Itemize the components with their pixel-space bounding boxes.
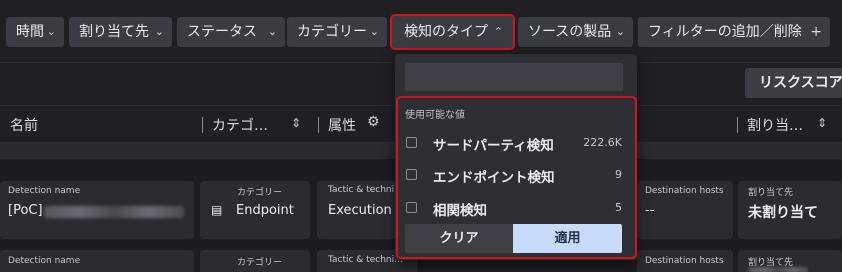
risk-score-button[interactable]: リスクスコア <box>745 68 842 98</box>
destination-hosts-value: -- <box>645 203 655 218</box>
chevron-down-icon: ⌄ <box>267 25 277 38</box>
option-label: エンドポイント検知 <box>433 170 555 186</box>
clear-button[interactable]: クリア <box>405 224 513 253</box>
detection-name-label: Detection name <box>8 256 81 266</box>
category-label: カテゴリー <box>237 258 283 268</box>
tactic-label: Tactic & techni… <box>328 185 404 195</box>
option-count: 9 <box>615 168 622 181</box>
detection-name-value[interactable]: [PoC] <box>8 203 43 218</box>
option-correlation-detection[interactable]: 相関検知 5 <box>404 197 624 219</box>
filter-assignee-label: 割り当て先 <box>79 24 149 40</box>
option-label: 相関検知 <box>433 203 487 219</box>
filter-status-label: ステータス <box>187 24 257 40</box>
option-label: サードパーティ検知 <box>433 138 554 154</box>
filter-time[interactable]: 時間 ⌄ <box>6 17 64 47</box>
chevron-down-icon: ⌄ <box>46 25 56 38</box>
checkbox[interactable] <box>406 202 417 213</box>
gear-icon[interactable]: ⚙ <box>367 114 380 130</box>
column-divider <box>202 117 203 133</box>
option-endpoint-detection[interactable]: エンドポイント検知 9 <box>404 164 624 186</box>
redacted-text <box>748 267 808 272</box>
filter-assignee[interactable]: 割り当て先 ⌄ <box>69 17 172 47</box>
filter-detection-type[interactable]: 検知のタイプ ⌃ <box>390 14 515 50</box>
option-count: 222.6K <box>583 136 622 149</box>
column-header-assignee[interactable]: 割り当… <box>747 115 803 135</box>
add-remove-filter-label: フィルターの追加／削除 <box>648 24 802 40</box>
detection-name-label: Detection name <box>8 186 81 196</box>
destination-hosts-label: Destination hosts <box>645 186 724 196</box>
category-label: カテゴリー <box>237 188 283 198</box>
filter-status[interactable]: ステータス ⌄ <box>177 17 285 47</box>
filter-category[interactable]: カテゴリー ⌄ <box>287 17 387 47</box>
destination-hosts-label: Destination hosts <box>645 256 724 266</box>
filter-source-product-label: ソースの製品 <box>528 24 612 40</box>
sort-icon[interactable]: ⇕ <box>291 116 301 130</box>
checkbox[interactable] <box>406 137 417 148</box>
assignee-label: 割り当て先 <box>748 188 794 198</box>
assignee-value[interactable]: 未割り当て <box>748 202 818 222</box>
column-divider <box>737 117 738 133</box>
category-value: Endpoint <box>236 203 294 218</box>
chevron-down-icon: ⌄ <box>369 25 379 38</box>
chevron-down-icon: ⌄ <box>615 25 625 38</box>
chevron-down-icon: ⌄ <box>154 25 164 38</box>
apply-button[interactable]: 適用 <box>513 224 622 253</box>
option-count: 5 <box>615 201 622 214</box>
column-header-name[interactable]: 名前 <box>10 115 38 135</box>
endpoint-icon: ▤ <box>211 203 223 217</box>
add-remove-filter-button[interactable]: フィルターの追加／削除 + <box>638 17 830 47</box>
filter-source-product[interactable]: ソースの製品 ⌄ <box>518 17 633 47</box>
filter-time-label: 時間 <box>16 24 44 40</box>
chevron-up-icon: ⌃ <box>493 25 503 38</box>
plus-icon: + <box>810 24 822 40</box>
redacted-text <box>44 206 184 218</box>
dropdown-search-input[interactable] <box>405 63 623 91</box>
filter-detection-type-label: 検知のタイプ <box>404 24 488 40</box>
tactic-value: Execution v <box>328 203 404 218</box>
column-header-attribute[interactable]: 属性 <box>328 115 356 135</box>
option-third-party-detection[interactable]: サードパーティ検知 222.6K <box>404 132 624 154</box>
sort-icon[interactable]: ⇕ <box>817 116 827 130</box>
column-divider <box>318 117 319 133</box>
filter-category-label: カテゴリー <box>297 24 367 40</box>
tactic-label: Tactic & techni… <box>328 255 404 265</box>
column-header-category[interactable]: カテゴ… <box>212 115 268 135</box>
available-values-title: 使用可能な値 <box>405 110 465 121</box>
checkbox[interactable] <box>406 169 417 180</box>
